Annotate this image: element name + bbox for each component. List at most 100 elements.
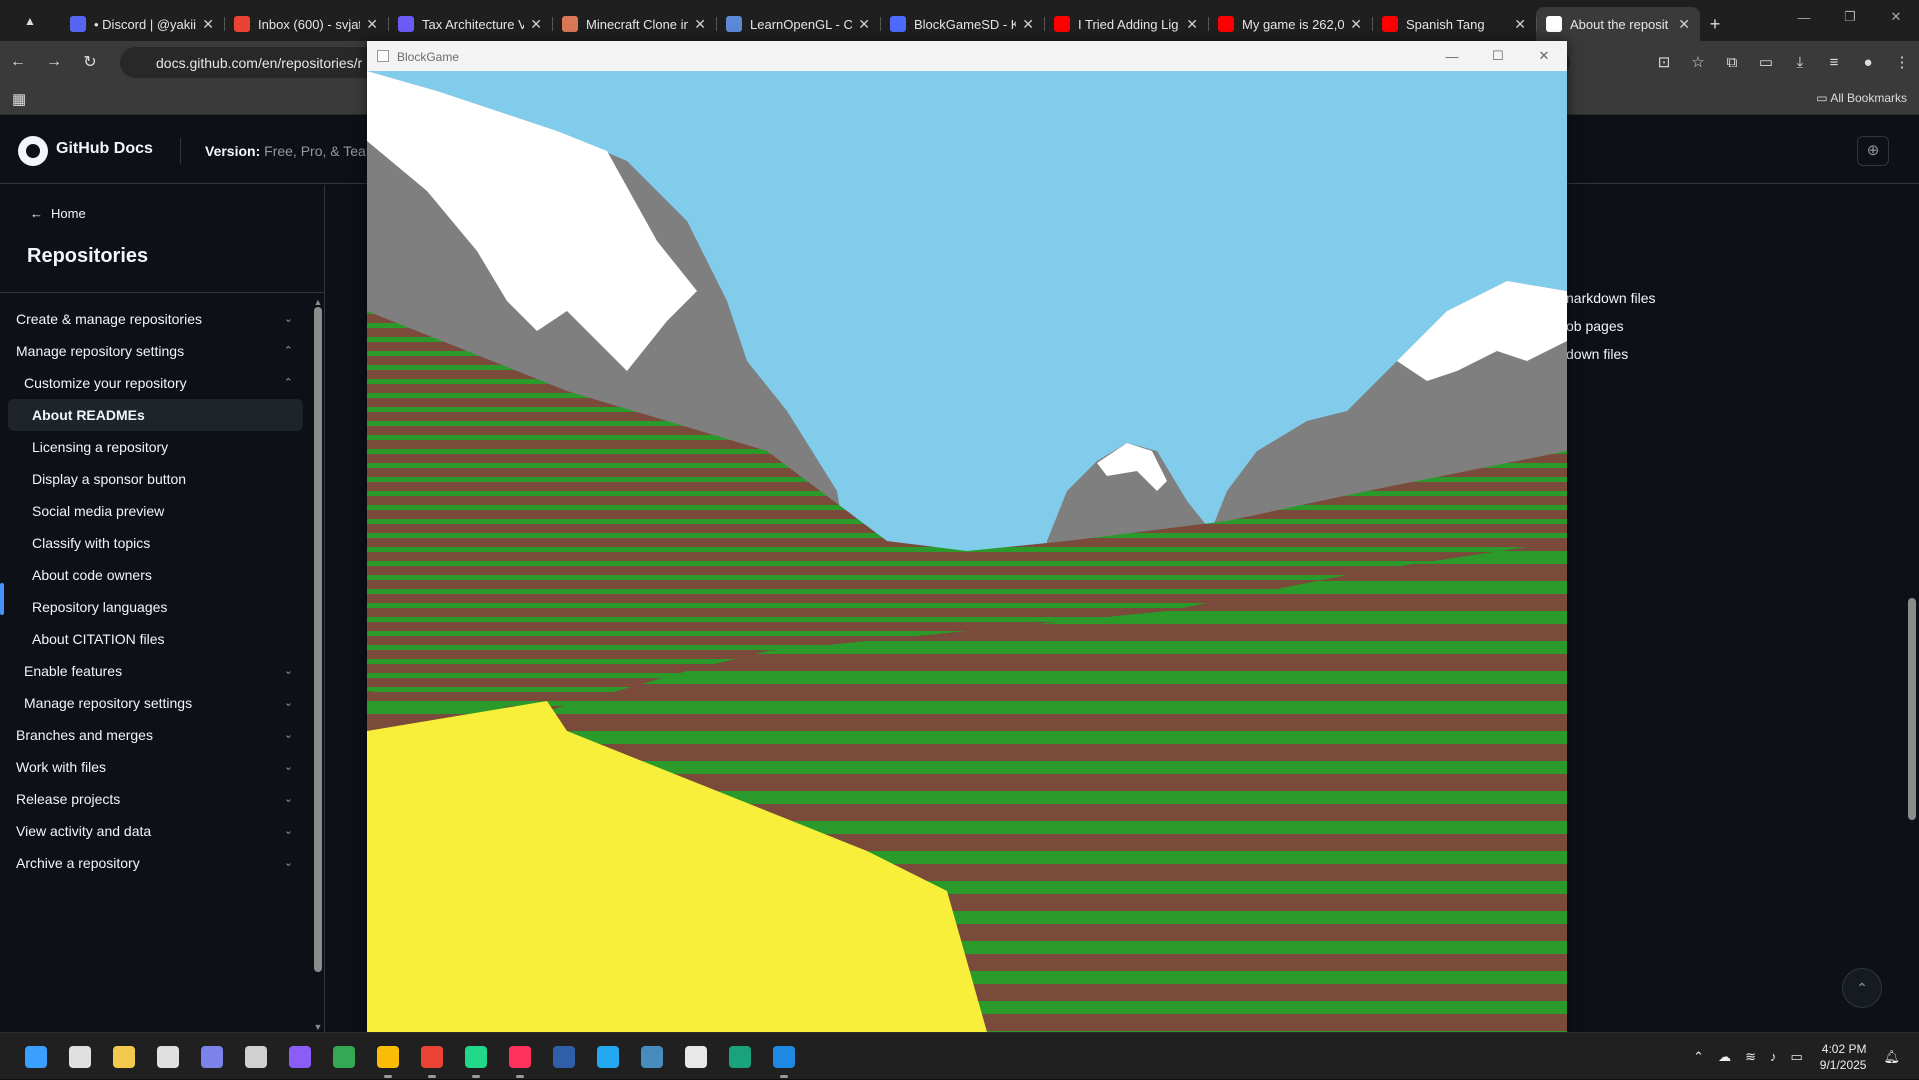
sidebar-item[interactable]: View activity and data ⌄	[0, 815, 305, 847]
github-logo-icon[interactable]	[18, 136, 48, 166]
sidebar-item[interactable]: Branches and merges ⌄	[0, 719, 305, 751]
sidebar-item[interactable]: About code owners	[0, 559, 305, 591]
obsidian-icon[interactable]	[278, 1041, 322, 1073]
start-icon[interactable]	[14, 1041, 58, 1073]
vscode-icon[interactable]	[586, 1041, 630, 1073]
tab-close-icon[interactable]: ✕	[530, 16, 542, 33]
scroll-to-top-button[interactable]: ⌃	[1842, 968, 1882, 1008]
sidebar-item[interactable]: Customize your repository ⌃	[0, 367, 305, 399]
home-link[interactable]: ← Home	[30, 206, 86, 221]
language-globe-icon[interactable]: ⊕	[1857, 136, 1889, 166]
tab-search-toolbar-icon[interactable]: ▭	[1749, 53, 1783, 71]
article-link[interactable]: narkdown files	[1566, 284, 1656, 312]
clion-icon[interactable]	[454, 1041, 498, 1078]
close-icon[interactable]: ✕	[1521, 41, 1567, 71]
bookmark-star-icon[interactable]: ☆	[1681, 53, 1715, 71]
tab-close-icon[interactable]: ✕	[1678, 16, 1690, 33]
version-picker[interactable]: Version: Free, Pro, & Team	[205, 143, 377, 159]
sidebar-item[interactable]: Repository languages	[0, 591, 305, 623]
tab-close-icon[interactable]: ✕	[1350, 16, 1362, 33]
tab-close-icon[interactable]: ✕	[366, 16, 378, 33]
volume-icon[interactable]: ♪	[1770, 1049, 1777, 1064]
article-link[interactable]: down files	[1566, 340, 1656, 368]
wifi-icon[interactable]: ≋	[1745, 1049, 1756, 1065]
sidebar-item[interactable]: Create & manage repositories ⌄	[0, 303, 305, 335]
browser-tab[interactable]: Spanish Tang ✕	[1372, 7, 1536, 41]
reload-icon[interactable]: ↻	[72, 52, 108, 72]
chevron-up-icon[interactable]: ⌃	[1693, 1049, 1704, 1065]
onedrive-icon[interactable]: ☁	[1718, 1049, 1731, 1065]
chrome-profile-icon[interactable]	[366, 1041, 410, 1078]
sidebar-item[interactable]: Manage repository settings ⌃	[0, 335, 305, 367]
article-link[interactable]: ob pages	[1566, 312, 1656, 340]
browser-tab[interactable]: I Tried Adding Lig ✕	[1044, 7, 1208, 41]
browser-tab[interactable]: Tax Architecture V ✕	[388, 7, 552, 41]
tab-close-icon[interactable]: ✕	[202, 16, 214, 33]
teams-icon[interactable]	[190, 1041, 234, 1073]
media-icon[interactable]: ≡	[1817, 54, 1851, 71]
browser-tab[interactable]: My game is 262,0 ✕	[1208, 7, 1372, 41]
docs-brand[interactable]: GitHub Docs	[56, 140, 153, 158]
minimize-icon[interactable]: —	[1429, 41, 1475, 71]
sidebar-item[interactable]: Release projects ⌄	[0, 783, 305, 815]
intellij-icon[interactable]	[498, 1041, 542, 1078]
blockgame-icon[interactable]	[762, 1041, 806, 1078]
search-icon[interactable]	[58, 1041, 102, 1073]
forward-icon[interactable]: →	[36, 53, 72, 71]
sidebar-item[interactable]: Work with files ⌄	[0, 751, 305, 783]
sidebar-item[interactable]: Archive a repository ⌄	[0, 847, 305, 879]
downloads-icon[interactable]: ⤓	[1783, 54, 1817, 71]
tab-search-icon[interactable]: ▲	[0, 0, 60, 41]
browser-tab[interactable]: • Discord | @yakii ✕	[60, 7, 224, 41]
powershell-icon[interactable]	[542, 1041, 586, 1073]
sidebar-scrollbar[interactable]: ▲ ▼	[312, 297, 324, 1032]
sidebar-item[interactable]: About READMEs	[8, 399, 303, 431]
chrome-icon[interactable]	[322, 1041, 366, 1073]
apps-grid-icon[interactable]: ▦	[12, 90, 26, 108]
sidebar-item[interactable]: Display a sponsor button	[0, 463, 305, 495]
tab-close-icon[interactable]: ✕	[1186, 16, 1198, 33]
scroll-up-icon[interactable]: ▲	[312, 297, 324, 307]
clock[interactable]: 4:02 PM 9/1/2025	[1820, 1041, 1867, 1073]
back-icon[interactable]: ←	[0, 53, 36, 71]
page-scrollbar[interactable]	[1905, 185, 1919, 1032]
game-viewport[interactable]	[367, 71, 1567, 1032]
all-bookmarks-button[interactable]: ▭ All Bookmarks	[1816, 91, 1907, 105]
page-scroll-thumb[interactable]	[1908, 598, 1916, 820]
sidebar-item[interactable]: Classify with topics	[0, 527, 305, 559]
maximize-icon[interactable]: ❐	[1827, 0, 1873, 34]
notepad-icon[interactable]	[674, 1041, 718, 1073]
xbox-icon[interactable]	[234, 1041, 278, 1073]
notification-bell-icon[interactable]: 🔔︎	[1883, 1049, 1900, 1065]
browser-tab[interactable]: BlockGameSD - K ✕	[880, 7, 1044, 41]
extensions-icon[interactable]: ⧉	[1715, 54, 1749, 71]
browser-tab[interactable]: Inbox (600) - svjat ✕	[224, 7, 388, 41]
browser-tab[interactable]: About the reposit ✕	[1536, 7, 1700, 41]
sidebar-item[interactable]: About CITATION files	[0, 623, 305, 655]
browser-tab[interactable]: LearnOpenGL - C ✕	[716, 7, 880, 41]
photo-app-icon[interactable]	[718, 1041, 762, 1073]
sidebar-item[interactable]: Enable features ⌄	[0, 655, 305, 687]
tab-close-icon[interactable]: ✕	[858, 16, 870, 33]
sidebar-scroll-thumb[interactable]	[314, 307, 322, 972]
install-icon[interactable]: ⊡	[1647, 53, 1681, 71]
battery-icon[interactable]: ▭	[1790, 1049, 1802, 1065]
browser-tab[interactable]: Minecraft Clone in ✕	[552, 7, 716, 41]
sidebar-item[interactable]: Manage repository settings ⌄	[0, 687, 305, 719]
sidebar-item[interactable]: Social media preview	[0, 495, 305, 527]
maximize-icon[interactable]: ☐	[1475, 41, 1521, 71]
blockgame-titlebar[interactable]: BlockGame — ☐ ✕	[367, 41, 1567, 71]
tab-close-icon[interactable]: ✕	[1514, 16, 1526, 33]
scroll-down-icon[interactable]: ▼	[312, 1022, 324, 1032]
close-icon[interactable]: ✕	[1873, 0, 1919, 34]
tab-close-icon[interactable]: ✕	[1022, 16, 1034, 33]
tab-close-icon[interactable]: ✕	[694, 16, 706, 33]
file-explorer-icon[interactable]	[102, 1041, 146, 1073]
profile-avatar-icon[interactable]: ●	[1851, 54, 1885, 71]
minimize-icon[interactable]: —	[1781, 0, 1827, 34]
menu-icon[interactable]: ⋮	[1885, 53, 1919, 71]
chrome-active-icon[interactable]	[410, 1041, 454, 1078]
sidebar-item[interactable]: Licensing a repository	[0, 431, 305, 463]
godot-icon[interactable]	[630, 1041, 674, 1073]
new-tab-button[interactable]: +	[1700, 7, 1730, 41]
